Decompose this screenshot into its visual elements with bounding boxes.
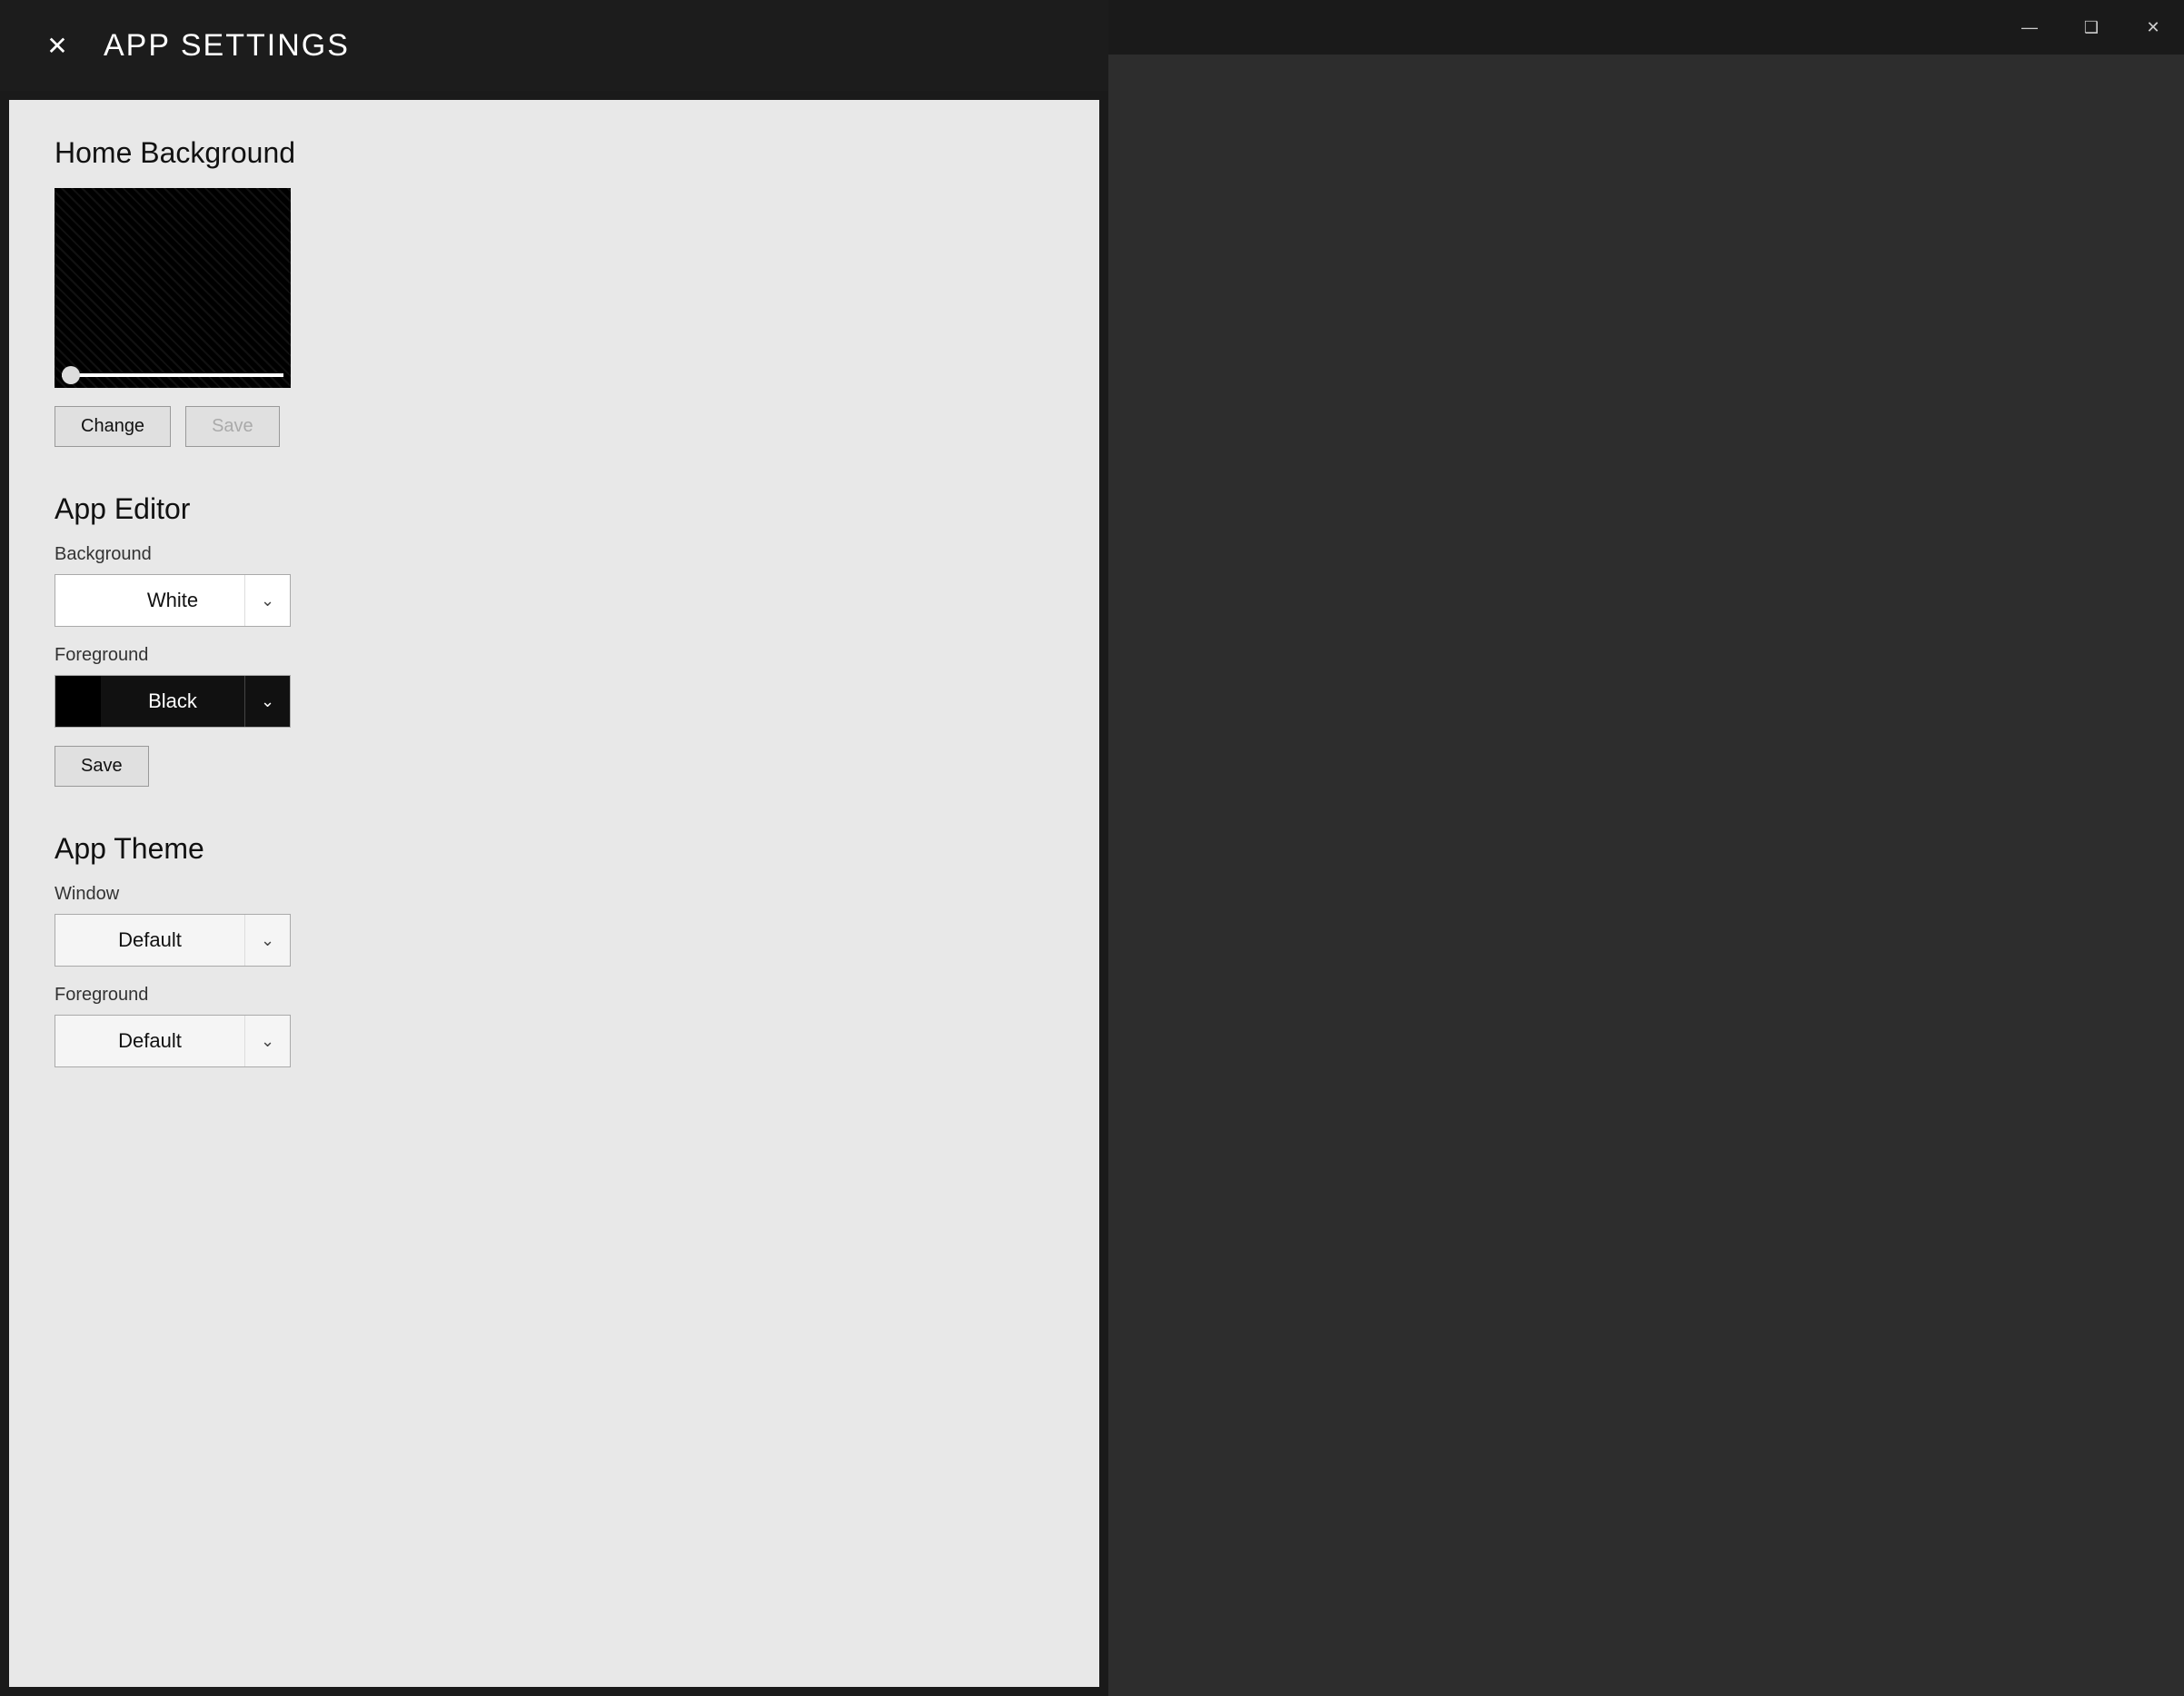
window-controls: — ❑ ✕ xyxy=(1999,0,2184,55)
minimize-button[interactable]: — xyxy=(1999,0,2060,55)
app-theme-section: App Theme Window Default ⌄ Default Dark … xyxy=(55,832,1054,1067)
background-texture xyxy=(55,188,291,388)
background-preview xyxy=(55,188,291,388)
slider-thumb[interactable] xyxy=(62,366,80,384)
home-bg-button-row: Change Save xyxy=(55,406,1054,447)
home-background-section: Home Background Change Save xyxy=(55,136,1054,447)
theme-window-select[interactable]: Default ⌄ Default Dark Light xyxy=(55,914,291,967)
maximize-button[interactable]: ❑ xyxy=(2060,0,2122,55)
settings-close-button[interactable]: ✕ xyxy=(33,21,82,70)
home-background-title: Home Background xyxy=(55,136,1054,170)
close-icon: ✕ xyxy=(46,31,67,61)
editor-foreground-label: Foreground xyxy=(55,645,1054,666)
settings-title: APP SETTINGS xyxy=(104,28,350,64)
editor-foreground-select[interactable]: Black ⌄ Black White Gray xyxy=(55,675,291,728)
editor-background-select[interactable]: White ⌄ White Black Gray xyxy=(55,574,291,627)
theme-foreground-label: Foreground xyxy=(55,985,1054,1006)
app-editor-section: App Editor Background White ⌄ White Blac… xyxy=(55,492,1054,787)
theme-window-label: Window xyxy=(55,884,1054,905)
close-button[interactable]: ✕ xyxy=(2122,0,2184,55)
theme-foreground-select[interactable]: Default ⌄ Default Dark Light xyxy=(55,1015,291,1067)
brightness-slider-container xyxy=(62,373,283,377)
settings-panel: ✕ APP SETTINGS Home Background Change Sa… xyxy=(0,0,1108,1696)
settings-content: Home Background Change Save App Editor B… xyxy=(9,100,1099,1687)
editor-save-button[interactable]: Save xyxy=(55,746,149,787)
save-background-button[interactable]: Save xyxy=(185,406,280,447)
app-theme-title: App Theme xyxy=(55,832,1054,866)
settings-header: ✕ APP SETTINGS xyxy=(0,0,1108,91)
editor-save-row: Save xyxy=(55,746,1054,787)
app-editor-title: App Editor xyxy=(55,492,1054,526)
change-background-button[interactable]: Change xyxy=(55,406,171,447)
editor-background-label: Background xyxy=(55,544,1054,565)
brightness-slider[interactable] xyxy=(62,373,283,377)
